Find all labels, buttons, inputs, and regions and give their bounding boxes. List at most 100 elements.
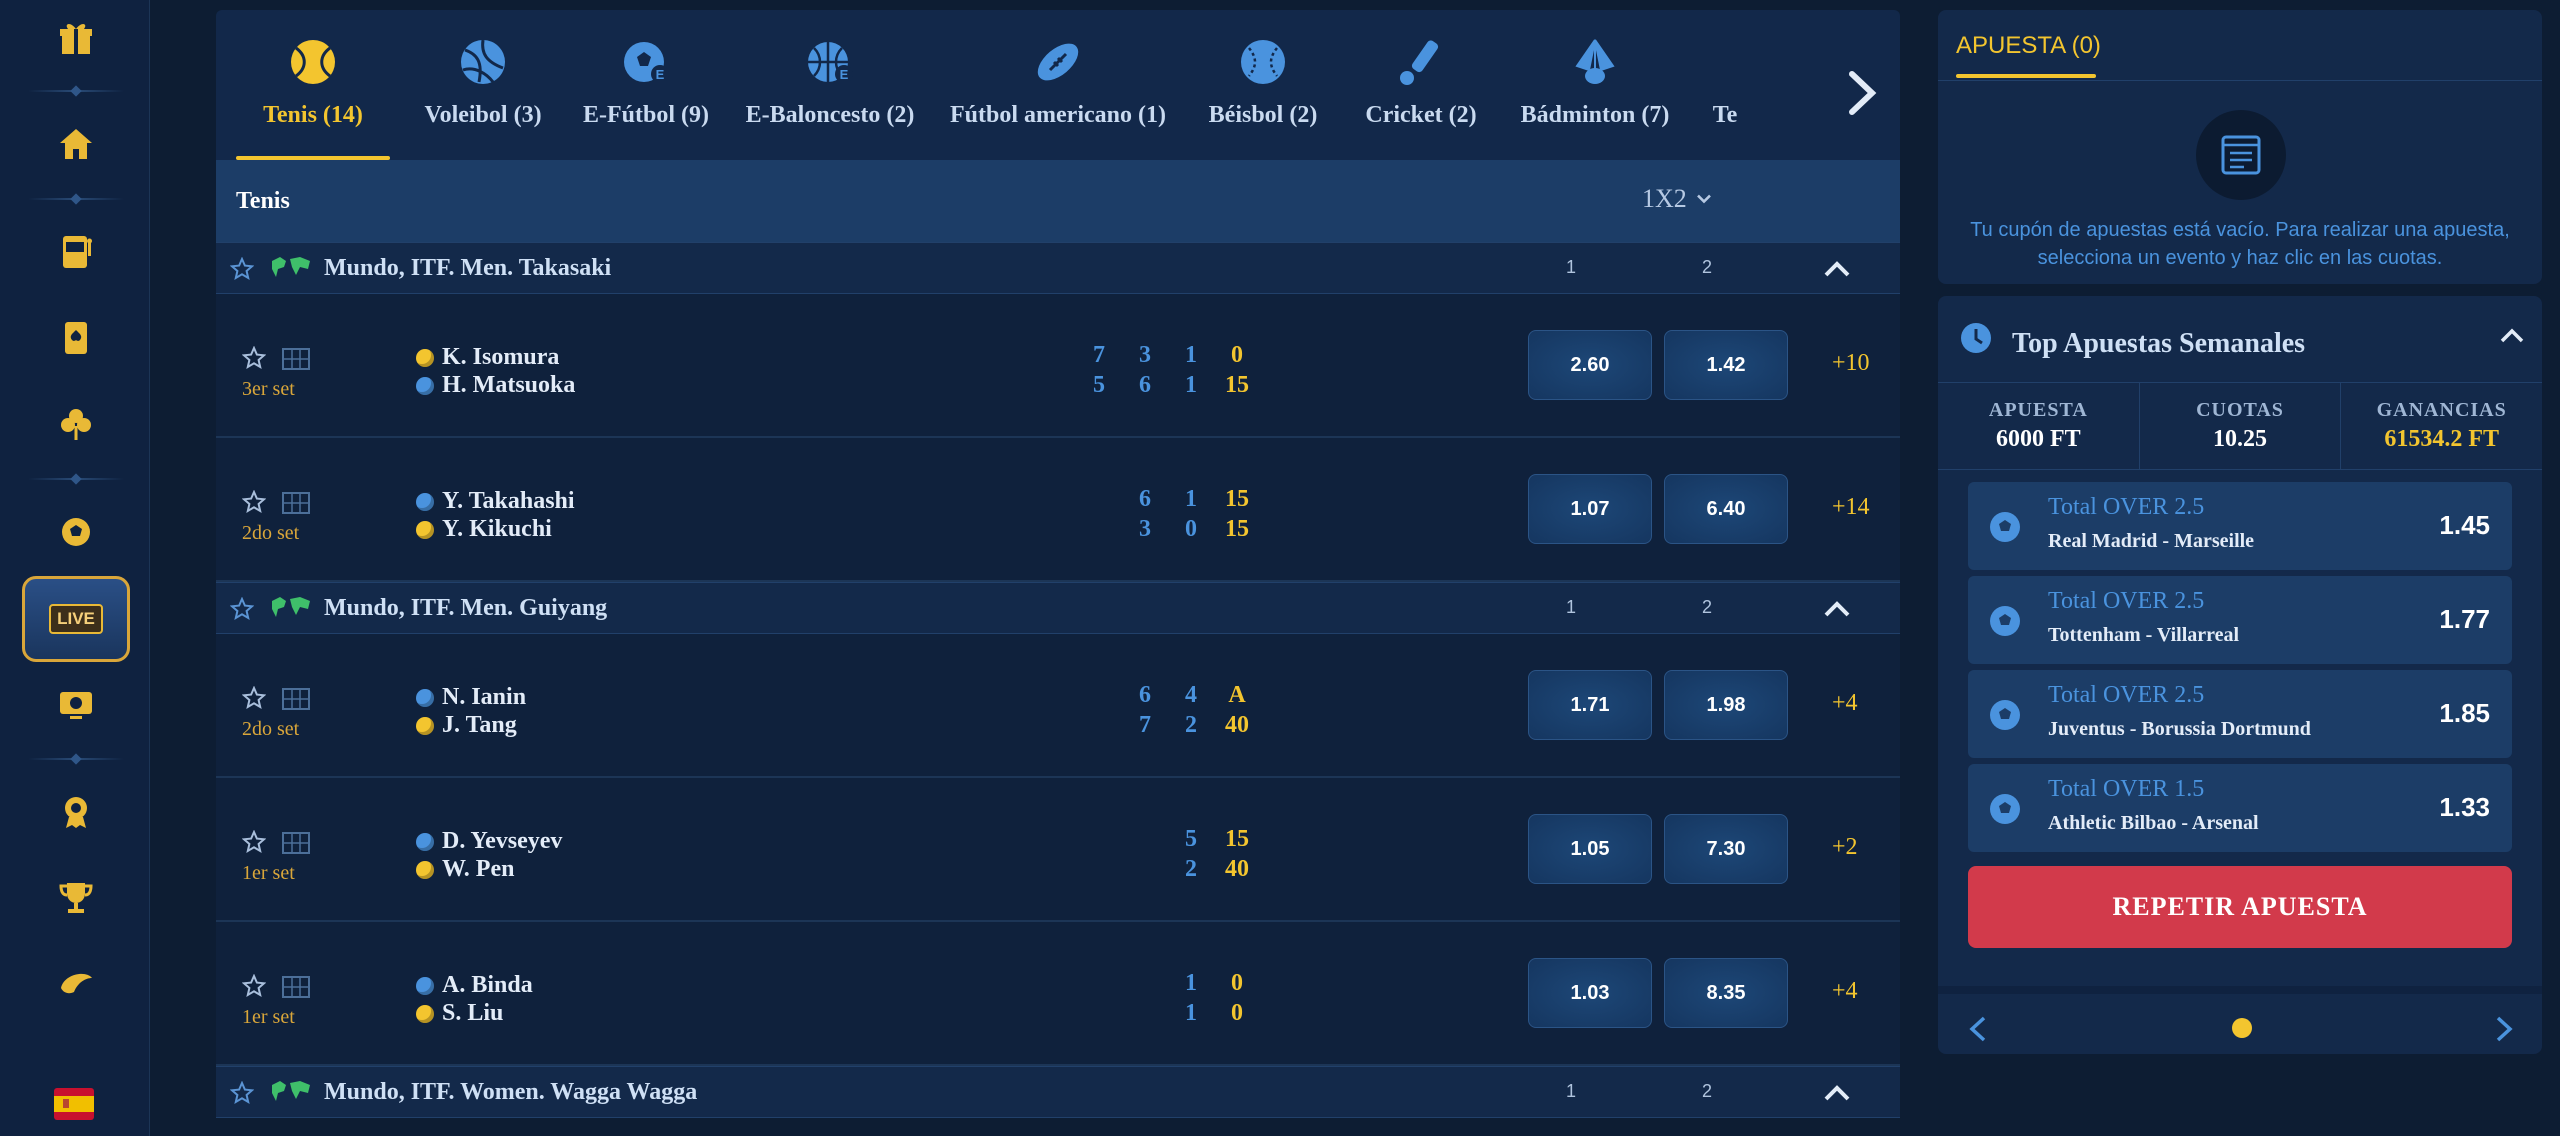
- chevron-up-icon[interactable]: [2498, 324, 2526, 346]
- player-2: W. Pen: [416, 856, 514, 883]
- croissant-icon[interactable]: [24, 946, 128, 1022]
- star-icon[interactable]: [230, 257, 254, 281]
- bet-item[interactable]: Total OVER 2.5 Real Madrid - Marseille 1…: [1968, 482, 2512, 570]
- odd-button-2[interactable]: 8.35: [1664, 958, 1788, 1028]
- bet-item[interactable]: Total OVER 2.5 Tottenham - Villarreal 1.…: [1968, 576, 2512, 664]
- star-icon[interactable]: [242, 346, 266, 370]
- player-2: J. Tang: [416, 712, 517, 739]
- match-row[interactable]: 2do set Y. Takahashi Y. Kikuchi 63 10 15…: [216, 438, 1900, 582]
- tab-bet-slip[interactable]: APUESTA (0): [1956, 32, 2101, 60]
- player-name: Y. Takahashi: [442, 488, 575, 514]
- serve-indicator-icon: [416, 348, 434, 367]
- serve-indicator-icon: [416, 860, 434, 879]
- odd-button-1[interactable]: 1.03: [1528, 958, 1652, 1028]
- column-1-label: 1: [1566, 597, 1577, 617]
- match-row[interactable]: 3er set K. Isomura H. Matsuoka 75 36 11 …: [216, 294, 1900, 438]
- odd-button-1[interactable]: 1.07: [1528, 474, 1652, 544]
- star-icon[interactable]: [242, 686, 266, 710]
- badge-icon[interactable]: [24, 774, 128, 850]
- repeat-bet-button[interactable]: REPETIR APUESTA: [1968, 866, 2512, 948]
- league-header[interactable]: Mundo, ITF. Women. Wagga Wagga 1 2: [216, 1066, 1900, 1118]
- more-markets-link[interactable]: +4: [1832, 690, 1858, 717]
- tab-ebaloncesto[interactable]: E E-Baloncesto (2): [742, 10, 918, 160]
- match-status: 3er set: [242, 378, 295, 400]
- scoreboard-icon[interactable]: [282, 348, 310, 370]
- tab-badminton[interactable]: Bádminton (7): [1510, 10, 1680, 160]
- chevron-right-icon[interactable]: [2492, 1014, 2516, 1044]
- chevron-down-icon: [1696, 194, 1711, 204]
- tab-voleibol[interactable]: Voleibol (3): [416, 10, 550, 160]
- chevron-right-icon[interactable]: [1844, 68, 1880, 118]
- svg-text:E: E: [840, 67, 849, 82]
- carousel-dot[interactable]: [2232, 1018, 2252, 1038]
- section-title: Tenis: [236, 187, 290, 214]
- market-dropdown[interactable]: 1X2: [1642, 184, 1713, 214]
- more-markets-link[interactable]: +2: [1832, 834, 1858, 861]
- scoreboard-icon[interactable]: [282, 688, 310, 710]
- soccer-ball-icon[interactable]: [24, 494, 128, 570]
- virtual-sports-icon[interactable]: [24, 666, 128, 742]
- soccer-ball-icon: [1990, 794, 2020, 824]
- scoreboard-icon[interactable]: [282, 492, 310, 514]
- points-score: A 40: [1225, 682, 1249, 738]
- tab-beisbol[interactable]: Béisbol (2): [1196, 10, 1330, 160]
- tab-tenis-de-mesa[interactable]: Te: [1710, 10, 1740, 160]
- trophy-icon[interactable]: [24, 860, 128, 936]
- more-markets-link[interactable]: +10: [1832, 350, 1870, 377]
- star-icon[interactable]: [230, 597, 254, 621]
- bet-market: Total OVER 2.5: [2048, 682, 2205, 708]
- home-icon[interactable]: [24, 106, 128, 182]
- spain-flag-icon[interactable]: [54, 1088, 94, 1120]
- player-name: N. Ianin: [442, 684, 527, 710]
- stat-stake: APUESTA 6000 FT: [1938, 383, 2140, 469]
- odd-button-1[interactable]: 2.60: [1528, 330, 1652, 400]
- league-name: Mundo, ITF. Men. Takasaki: [324, 255, 612, 281]
- chevron-up-icon[interactable]: [1822, 597, 1852, 621]
- match-row[interactable]: 1er set A. Binda S. Liu 11 00 1.03 8.35 …: [216, 922, 1900, 1066]
- tab-tenis[interactable]: Tenis (14): [236, 10, 390, 160]
- stat-odds: CUOTAS 10.25: [2140, 383, 2342, 469]
- star-icon[interactable]: [242, 490, 266, 514]
- world-map-icon: [272, 1081, 310, 1101]
- sidebar-divider: [28, 478, 124, 480]
- more-markets-link[interactable]: +4: [1832, 978, 1858, 1005]
- match-row[interactable]: 1er set D. Yevseyev W. Pen 52 15 40 1.05 …: [216, 778, 1900, 922]
- star-icon[interactable]: [242, 974, 266, 998]
- player-1: K. Isomura: [416, 344, 559, 371]
- live-icon[interactable]: LIVE: [22, 576, 130, 662]
- league-name: Mundo, ITF. Women. Wagga Wagga: [324, 1079, 698, 1105]
- odd-button-2[interactable]: 7.30: [1664, 814, 1788, 884]
- odd-button-2[interactable]: 6.40: [1664, 474, 1788, 544]
- slot-machine-icon[interactable]: [24, 214, 128, 290]
- odd-button-2[interactable]: 1.98: [1664, 670, 1788, 740]
- tab-label: Tenis (14): [263, 102, 363, 128]
- league-header[interactable]: Mundo, ITF. Men. Takasaki 1 2: [216, 242, 1900, 294]
- scoreboard-icon[interactable]: [282, 832, 310, 854]
- chevron-left-icon[interactable]: [1966, 1014, 1990, 1044]
- chevron-up-icon[interactable]: [1822, 1081, 1852, 1105]
- scoreboard-icon[interactable]: [282, 976, 310, 998]
- league-header[interactable]: Mundo, ITF. Men. Guiyang 1 2: [216, 582, 1900, 634]
- world-map-icon: [272, 597, 310, 617]
- match-row[interactable]: 2do set N. Ianin J. Tang 67 42 A 40 1.71 …: [216, 634, 1900, 778]
- league-name: Mundo, ITF. Men. Guiyang: [324, 595, 608, 621]
- bet-item[interactable]: Total OVER 1.5 Athletic Bilbao - Arsenal…: [1968, 764, 2512, 852]
- odd-button-1[interactable]: 1.05: [1528, 814, 1652, 884]
- bet-market: Total OVER 1.5: [2048, 776, 2205, 802]
- bet-item[interactable]: Total OVER 2.5 Juventus - Borussia Dortm…: [1968, 670, 2512, 758]
- points-score: 15 15: [1225, 486, 1249, 542]
- card-icon[interactable]: [24, 300, 128, 376]
- clover-icon[interactable]: [24, 386, 128, 462]
- empty-slip-message: Tu cupón de apuestas está vacío. Para re…: [1970, 219, 2510, 269]
- tab-efutbol[interactable]: E E-Fútbol (9): [578, 10, 714, 160]
- tab-futbol-americano[interactable]: Fútbol americano (1): [944, 10, 1172, 160]
- chevron-up-icon[interactable]: [1822, 257, 1852, 281]
- more-markets-link[interactable]: +14: [1832, 494, 1870, 521]
- gift-icon[interactable]: [24, 0, 128, 76]
- odd-button-1[interactable]: 1.71: [1528, 670, 1652, 740]
- odd-button-2[interactable]: 1.42: [1664, 330, 1788, 400]
- tab-cricket[interactable]: Cricket (2): [1356, 10, 1486, 160]
- star-icon[interactable]: [230, 1081, 254, 1105]
- star-icon[interactable]: [242, 830, 266, 854]
- score-board: 67 42 A 40: [1122, 680, 1260, 740]
